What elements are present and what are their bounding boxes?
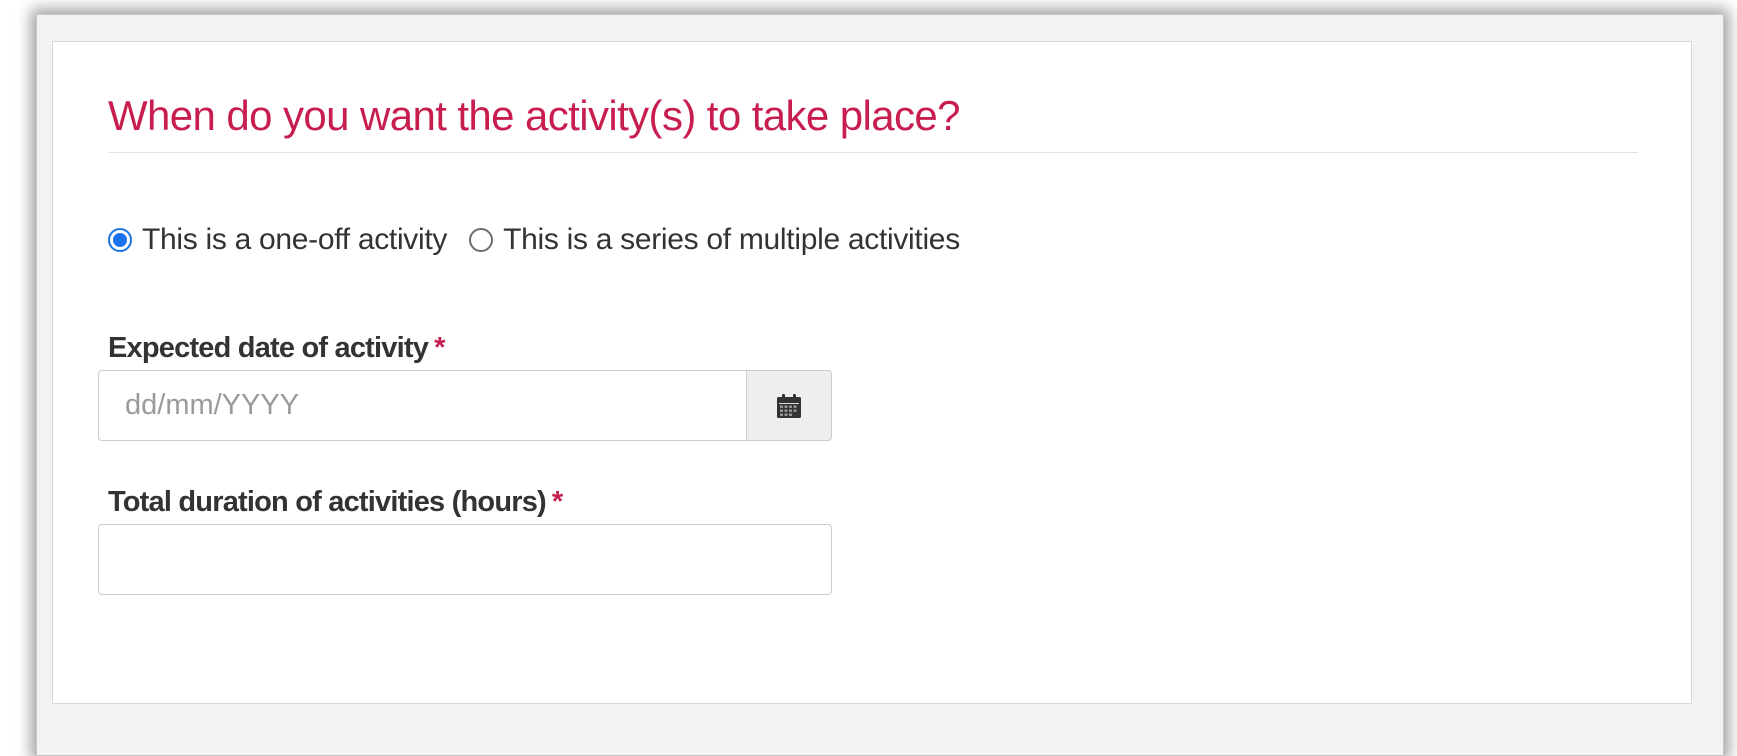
expected-date-input[interactable] bbox=[98, 370, 746, 441]
multiple-activities-label: This is a series of multiple activities bbox=[503, 223, 960, 256]
total-duration-label: Total duration of activities (hours) * bbox=[108, 486, 563, 519]
multiple-activities-radio[interactable] bbox=[469, 228, 494, 252]
activity-timing-panel: When do you want the activity(s) to take… bbox=[52, 41, 1692, 704]
multiple-activities-option[interactable]: This is a series of multiple activities bbox=[469, 223, 960, 257]
calendar-button[interactable] bbox=[746, 370, 832, 441]
activity-frequency-group: This is a one-off activity This is a ser… bbox=[108, 220, 960, 260]
one-off-activity-label: This is a one-off activity bbox=[142, 223, 448, 256]
required-marker: * bbox=[434, 332, 445, 364]
expected-date-group bbox=[98, 370, 832, 441]
title-divider bbox=[108, 152, 1638, 153]
total-duration-label-text: Total duration of activities (hours) bbox=[108, 486, 547, 518]
expected-date-label: Expected date of activity * bbox=[108, 332, 445, 365]
total-duration-input[interactable] bbox=[98, 524, 832, 595]
one-off-activity-option[interactable]: This is a one-off activity bbox=[108, 223, 447, 257]
one-off-activity-radio[interactable] bbox=[108, 228, 132, 252]
section-title: When do you want the activity(s) to take… bbox=[108, 92, 961, 139]
calendar-icon bbox=[777, 393, 801, 418]
expected-date-label-text: Expected date of activity bbox=[108, 332, 429, 364]
required-marker: * bbox=[551, 486, 563, 518]
